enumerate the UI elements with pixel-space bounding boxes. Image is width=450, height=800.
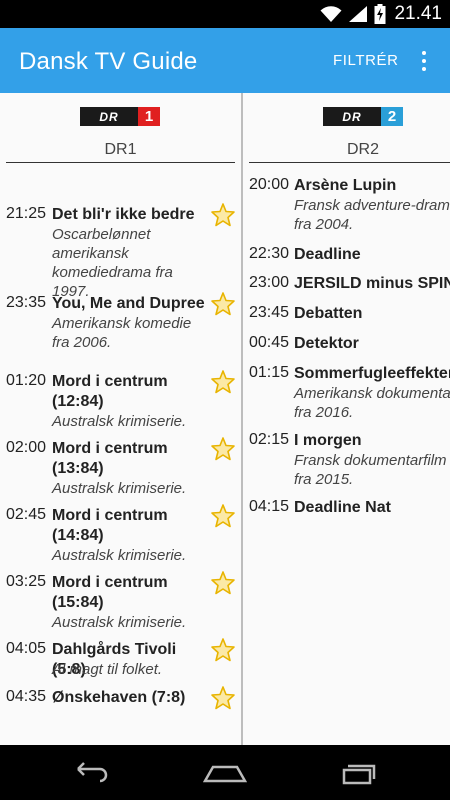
favorite-star-icon[interactable] — [210, 503, 236, 529]
filter-button[interactable]: FILTRÉR — [333, 52, 399, 69]
program-time: 01:15 — [249, 364, 290, 381]
program-time: 01:20 — [6, 372, 47, 389]
channel-column-dr2[interactable]: DR 2 DR2 20:00 Arsène Lupin Fransk adventure-… — [243, 93, 450, 745]
program-description: Al magt til folket. — [52, 661, 163, 678]
program-description: Amerikansk dokumentar fra 2016. — [294, 385, 450, 421]
favorite-star-icon[interactable] — [210, 685, 236, 711]
program-time: 23:45 — [249, 304, 290, 321]
favorite-star-icon[interactable] — [210, 570, 236, 596]
program-time: 02:15 — [249, 431, 290, 448]
program-time: 21:25 — [6, 205, 47, 222]
program-time: 23:35 — [6, 294, 47, 311]
program-title: I morgen — [294, 432, 362, 449]
program-time: 04:05 — [6, 640, 47, 657]
program-title: Sommerfugleeffekten — [294, 365, 450, 382]
recents-icon[interactable] — [338, 761, 378, 785]
home-icon[interactable] — [203, 761, 247, 783]
channel-column-dr1[interactable]: DR 1 DR1 21:25 Det bli'r ikke bedre Oscarbelø… — [0, 93, 241, 745]
favorite-star-icon[interactable] — [210, 436, 236, 462]
program-title: Deadline Nat — [294, 499, 391, 516]
channel-logo-dr2: DR 2 — [323, 107, 403, 126]
program-description: Oscarbelønnet amerikansk komediedrama fr… — [52, 226, 173, 300]
program-title: Debatten — [294, 305, 363, 322]
channel-name: DR1 — [104, 141, 137, 158]
program-title: Detektor — [294, 335, 359, 352]
program-title: Mord i centrum (13:84) — [52, 440, 168, 477]
program-title: You, Me and Dupree — [52, 295, 205, 312]
program-description: Amerikansk komedie fra 2006. — [52, 315, 192, 351]
favorite-star-icon[interactable] — [210, 637, 236, 663]
favorite-star-icon[interactable] — [210, 202, 236, 228]
program-description: Fransk adventure-drama fra 2004. — [294, 197, 450, 233]
program-description: Australsk krimiserie. — [52, 614, 187, 631]
program-time: 22:30 — [249, 245, 290, 262]
guide-content[interactable]: DR 1 DR1 21:25 Det bli'r ikke bedre Oscarbelø… — [0, 93, 450, 745]
program-time: 00:45 — [249, 334, 290, 351]
favorite-star-icon[interactable] — [210, 369, 236, 395]
program-description: Australsk krimiserie. — [52, 547, 187, 564]
program-description: Australsk krimiserie. — [52, 480, 187, 497]
program-time: 02:00 — [6, 439, 47, 456]
favorite-star-icon[interactable] — [210, 291, 236, 317]
back-icon[interactable] — [72, 761, 112, 785]
signal-icon — [349, 6, 368, 22]
channel-name: DR2 — [346, 141, 379, 158]
program-title: Mord i centrum (14:84) — [52, 507, 168, 544]
action-bar: Dansk TV Guide FILTRÉR — [0, 28, 450, 93]
program-title: Mord i centrum (15:84) — [52, 574, 168, 611]
status-bar: 21.41 — [0, 0, 450, 28]
status-time: 21.41 — [394, 3, 442, 24]
wifi-icon — [320, 6, 342, 22]
program-time: 02:45 — [6, 506, 47, 523]
channel-underline — [249, 162, 450, 163]
navigation-bar — [0, 745, 450, 800]
program-time: 03:25 — [6, 573, 47, 590]
channel-underline — [6, 162, 235, 163]
program-title: Ønskehaven (7:8) — [52, 689, 186, 706]
program-time: 04:35 — [6, 688, 47, 705]
program-title: Deadline — [294, 246, 361, 263]
program-description: Australsk krimiserie. — [52, 413, 187, 430]
battery-charging-icon — [374, 4, 386, 24]
program-time: 20:00 — [249, 176, 290, 193]
program-time: 23:00 — [249, 274, 290, 291]
program-description: Fransk dokumentarfilm fra 2015. — [294, 452, 447, 488]
program-title: Det bli'r ikke bedre — [52, 206, 195, 223]
overflow-menu-icon[interactable] — [418, 48, 430, 74]
program-time: 04:15 — [249, 498, 290, 515]
program-title: Mord i centrum (12:84) — [52, 373, 168, 410]
program-title: Arsène Lupin — [294, 177, 397, 194]
program-title: JERSILD minus SPIN — [294, 275, 450, 292]
channel-logo-dr1: DR 1 — [80, 107, 160, 126]
app-title: Dansk TV Guide — [19, 48, 198, 75]
